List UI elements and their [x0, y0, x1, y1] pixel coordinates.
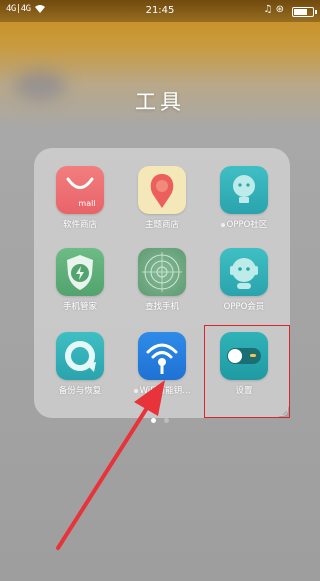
annotation-arrow — [56, 380, 165, 550]
